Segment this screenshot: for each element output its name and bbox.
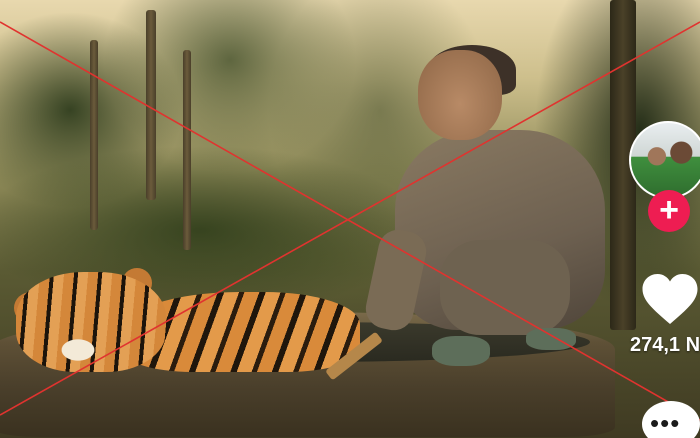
heart-icon[interactable] <box>640 270 700 328</box>
more-dots-icon: ••• <box>650 408 681 438</box>
like-count: 274,1 N <box>630 334 700 356</box>
creator-avatar[interactable] <box>629 121 700 199</box>
follow-button[interactable]: + <box>648 190 690 232</box>
video-frame[interactable]: + 274,1 N ••• <box>0 0 700 438</box>
red-cross-overlay <box>0 21 700 421</box>
